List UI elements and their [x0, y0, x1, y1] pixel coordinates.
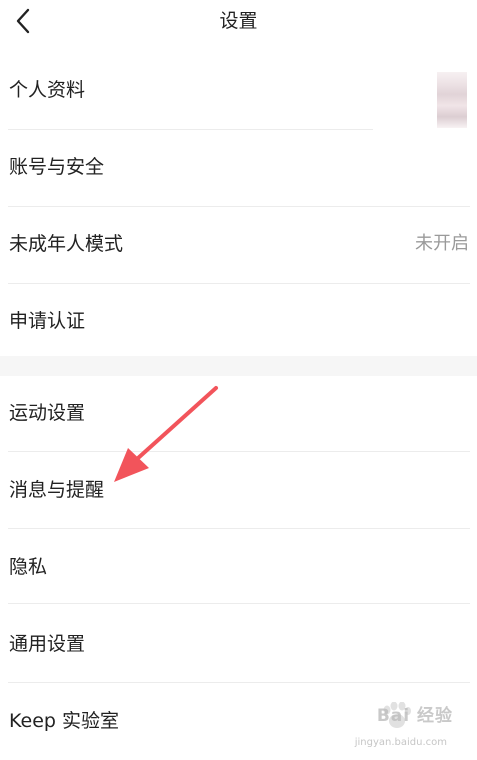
settings-item-apply-verification[interactable]: 申请认证: [0, 309, 477, 343]
settings-item-sport[interactable]: 运动设置: [0, 401, 477, 435]
settings-item-label: 个人资料: [9, 79, 86, 101]
settings-item-label: 通用设置: [9, 633, 86, 655]
minor-mode-status: 未开启: [415, 233, 469, 254]
divider: [8, 283, 470, 284]
settings-item-label: 申请认证: [9, 310, 86, 332]
settings-item-label: Keep 实验室: [9, 710, 119, 732]
settings-item-label: 隐私: [9, 556, 48, 578]
settings-item-label: 账号与安全: [9, 156, 105, 178]
divider: [8, 129, 373, 130]
divider: [8, 682, 470, 683]
watermark-url: jingyan.baidu.com: [354, 737, 447, 748]
settings-item-label: 未成年人模式: [9, 233, 124, 255]
page-title: 设置: [219, 10, 258, 32]
divider: [8, 603, 470, 604]
settings-item-profile[interactable]: 个人资料: [0, 78, 477, 112]
settings-item-minor-mode[interactable]: 未成年人模式 未开启: [0, 232, 477, 266]
divider: [8, 206, 470, 207]
section-gap: [0, 356, 477, 376]
paw-logo-icon: [383, 702, 411, 728]
settings-item-label: 运动设置: [9, 402, 86, 424]
settings-item-privacy[interactable]: 隐私: [0, 555, 477, 589]
settings-item-account-security[interactable]: 账号与安全: [0, 155, 477, 189]
settings-item-general[interactable]: 通用设置: [0, 632, 477, 666]
settings-item-notifications[interactable]: 消息与提醒: [0, 478, 477, 512]
divider: [8, 528, 470, 529]
settings-item-label: 消息与提醒: [9, 479, 105, 501]
divider: [8, 451, 470, 452]
top-bar: 设置: [0, 0, 477, 48]
